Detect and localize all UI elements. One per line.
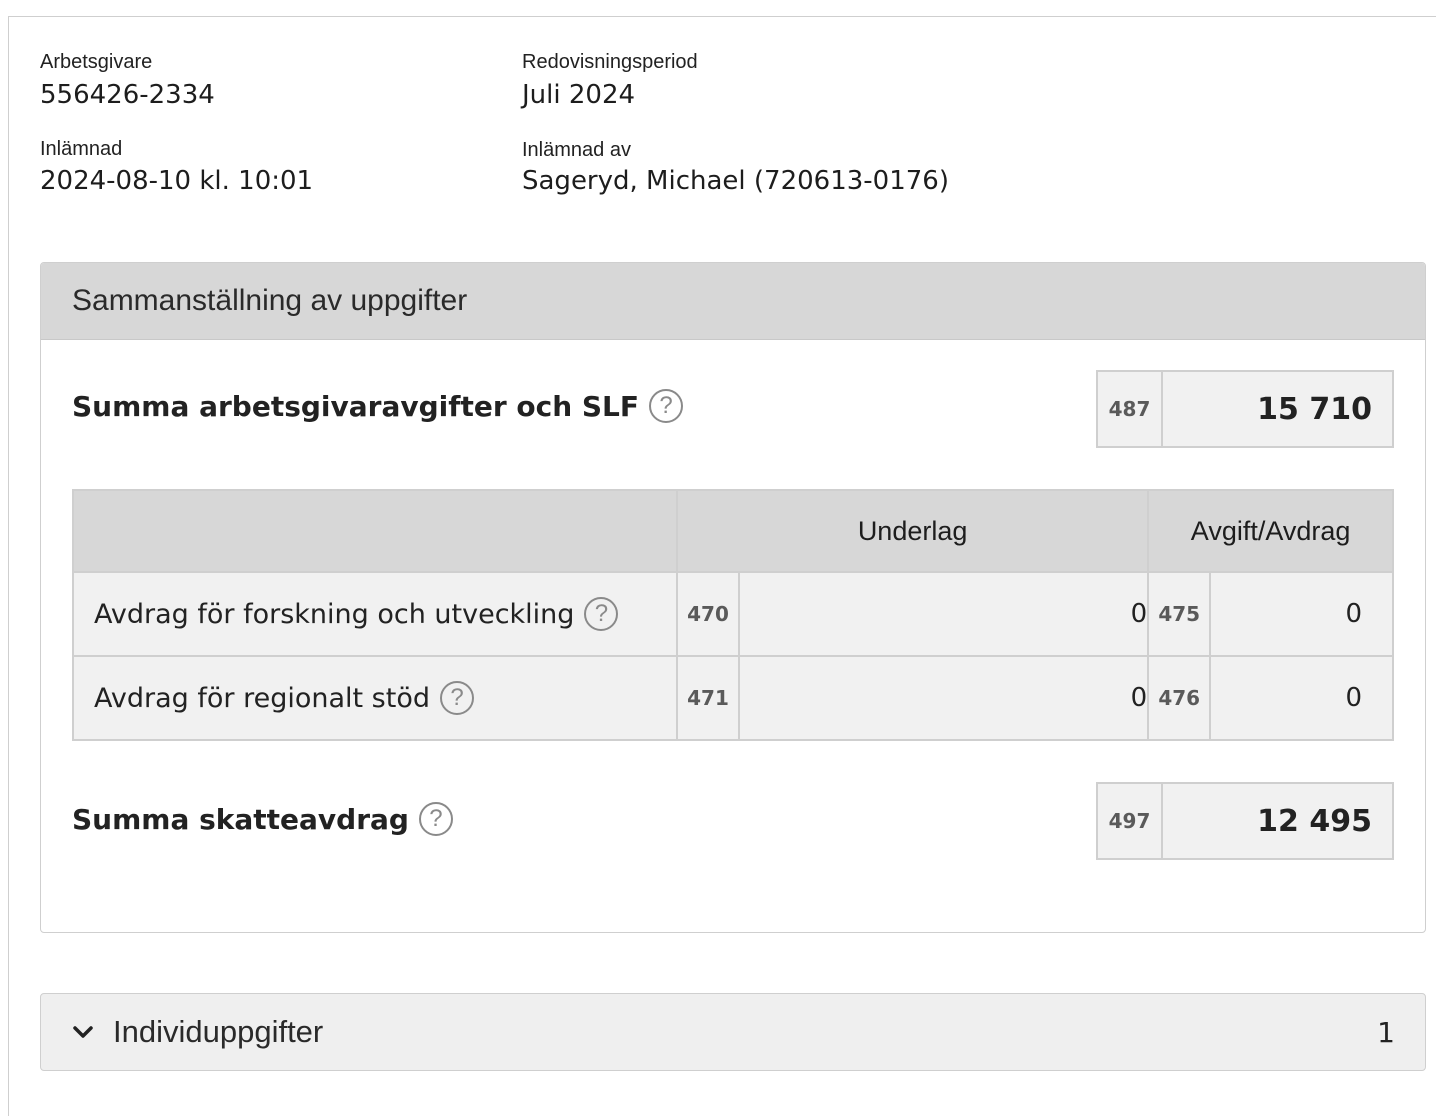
avgift-code: 476 [1147,655,1211,740]
header-underlag: Underlag [675,490,1149,572]
employer-value: 556426-2334 [40,80,215,110]
tax-sum-value: 12 495 [1257,803,1372,839]
period-label: Redovisningsperiod [522,51,698,73]
help-icon[interactable]: ? [440,681,474,715]
help-icon[interactable]: ? [418,802,453,836]
fees-sum-value: 15 710 [1257,391,1372,427]
submitted-value: 2024-08-10 kl. 10:01 [40,166,314,196]
submitted-by-value: Sageryd, Michael (720613-0176) [522,166,949,196]
summary-panel-title: Sammanställning av uppgifter [72,284,468,317]
fees-sum-code: 487 [1098,372,1163,446]
underlag-value: 0 [737,655,1149,740]
submitted-by-label: Inlämnad av [522,139,631,161]
row-label-cell: Avdrag för regionalt stöd ? [73,655,677,740]
period-value: Juli 2024 [522,80,636,110]
row-label: Avdrag för forskning och utveckling [94,598,575,630]
individuppgifter-count: 1 [1377,1015,1395,1049]
underlag-code: 471 [676,655,739,740]
tax-sum-label: Summa skatteavdrag [72,802,409,836]
deductions-table-header: Underlag Avgift/Avdrag [73,490,1393,572]
table-row: Avdrag för regionalt stöd ? 471 0 476 0 [73,655,1393,740]
tax-sum-box: 497 12 495 [1096,782,1394,860]
chevron-down-icon [71,1020,95,1044]
summary-panel: Sammanställning av uppgifter Summa arbet… [40,262,1426,933]
avgift-value: 0 [1209,571,1393,656]
summary-panel-header: Sammanställning av uppgifter [41,263,1425,340]
tax-sum-row: Summa skatteavdrag ? [72,802,453,836]
fees-sum-box: 487 15 710 [1096,370,1394,448]
employer-label: Arbetsgivare [40,51,153,73]
tax-sum-code: 497 [1098,784,1163,858]
help-icon[interactable]: ? [584,597,619,631]
header-empty [73,490,677,572]
deductions-table: Underlag Avgift/Avdrag Avdrag för forskn… [72,489,1394,741]
header-avgift-avdrag: Avgift/Avdrag [1147,490,1393,572]
individuppgifter-title: Individuppgifter [113,1014,324,1049]
row-label-cell: Avdrag för forskning och utveckling ? [73,571,677,656]
underlag-value: 0 [737,571,1149,656]
help-icon[interactable]: ? [649,389,684,423]
avgift-value: 0 [1209,655,1393,740]
individuppgifter-toggle[interactable]: Individuppgifter 1 [40,993,1426,1071]
avgift-code: 475 [1147,571,1211,656]
table-row: Avdrag för forskning och utveckling ? 47… [73,571,1393,656]
row-label: Avdrag för regionalt stöd [94,682,430,714]
fees-sum-row: Summa arbetsgivaravgifter och SLF ? [72,389,684,423]
submitted-label: Inlämnad [40,138,123,160]
fees-sum-label: Summa arbetsgivaravgifter och SLF [72,389,640,423]
underlag-code: 470 [676,571,739,656]
